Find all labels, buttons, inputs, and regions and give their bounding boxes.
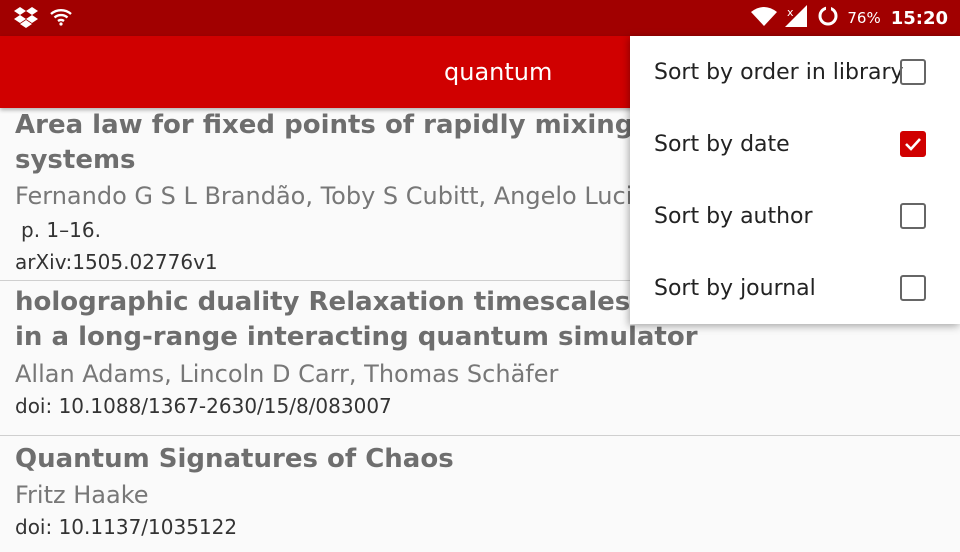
sort-option-label: Sort by date bbox=[654, 131, 790, 157]
wifi-icon bbox=[50, 8, 72, 30]
svg-text:x: x bbox=[787, 6, 794, 19]
paper-title-line: Quantum Signatures of Chaos bbox=[15, 444, 454, 474]
checkbox[interactable] bbox=[900, 275, 926, 301]
paper-identifier: doi: 10.1088/1367-2630/15/8/083007 bbox=[15, 394, 392, 418]
dropbox-icon bbox=[14, 6, 38, 32]
checkbox[interactable] bbox=[900, 131, 926, 157]
list-item[interactable]: Quantum Signatures of Chaos Fritz Haake … bbox=[0, 442, 960, 552]
wifi-full-icon bbox=[751, 6, 778, 30]
sort-option-author[interactable]: Sort by author bbox=[630, 180, 960, 252]
paper-authors: Allan Adams, Lincoln D Carr, Thomas Schä… bbox=[15, 360, 559, 388]
battery-percentage: 76% bbox=[847, 9, 881, 27]
sort-option-library-order[interactable]: Sort by order in library bbox=[630, 36, 960, 108]
sync-icon bbox=[817, 5, 839, 31]
paper-title-line: in a long-range interacting quantum simu… bbox=[15, 322, 698, 352]
sort-option-label: Sort by journal bbox=[654, 275, 816, 301]
sort-option-label: Sort by author bbox=[654, 203, 813, 229]
checkbox[interactable] bbox=[900, 59, 926, 85]
page-title: quantum bbox=[444, 58, 553, 86]
sort-menu: Sort by order in library Sort by date So… bbox=[630, 36, 960, 324]
sort-option-label: Sort by order in library bbox=[654, 59, 904, 85]
signal-no-sim-icon: x bbox=[785, 5, 809, 31]
sort-option-journal[interactable]: Sort by journal bbox=[630, 252, 960, 324]
checkbox[interactable] bbox=[900, 203, 926, 229]
sort-option-date[interactable]: Sort by date bbox=[630, 108, 960, 180]
status-bar: x 76% 15:20 bbox=[0, 0, 960, 36]
paper-identifier: doi: 10.1137/1035122 bbox=[15, 515, 238, 539]
paper-authors: Fritz Haake bbox=[15, 481, 149, 509]
clock: 15:20 bbox=[890, 7, 948, 29]
